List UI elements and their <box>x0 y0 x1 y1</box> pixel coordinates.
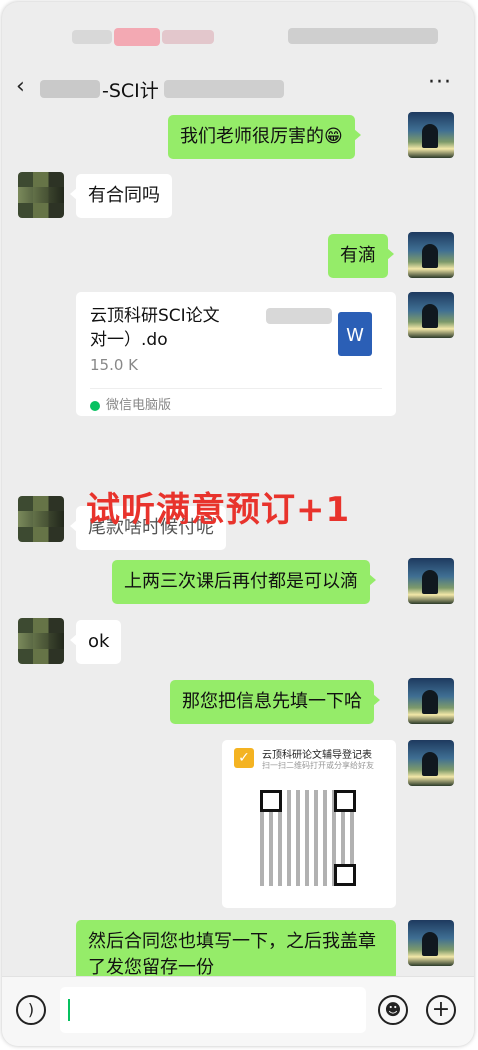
status-blur-red <box>114 28 160 46</box>
chevron-left-icon[interactable]: ‹ <box>16 74 25 99</box>
mini-program-title: 云顶科研论文辅导登记表 <box>262 750 372 761</box>
file-name-blurred <box>266 308 332 324</box>
avatar[interactable] <box>408 112 454 158</box>
mini-program-subtitle: 扫一扫二维码打开或分享给好友 <box>262 761 374 770</box>
chat-screen: ‹ -SCI计 ··· 我们老师很厉害的😁 有合同吗 有滴 云顶科研SCI论文 … <box>2 2 474 1046</box>
promo-overlay-text: 试听满意预订+1 <box>86 490 351 530</box>
avatar[interactable] <box>408 292 454 338</box>
qr-finder <box>260 790 282 812</box>
text-cursor <box>68 999 70 1021</box>
chat-title: -SCI计 <box>102 80 159 102</box>
message-input[interactable] <box>60 987 366 1033</box>
message-bubble-sent[interactable]: 有滴 <box>328 234 394 278</box>
mini-program-card[interactable]: ✓ 云顶科研论文辅导登记表 扫一扫二维码打开或分享给好友 <box>222 740 396 908</box>
word-document-icon: W <box>338 312 372 356</box>
avatar[interactable] <box>18 172 64 218</box>
status-icons-blurred <box>288 28 438 44</box>
plus-icon[interactable]: + <box>426 995 456 1025</box>
avatar[interactable] <box>18 618 64 664</box>
file-size: 15.0 K <box>90 356 139 374</box>
avatar[interactable] <box>408 740 454 786</box>
emoji-icon[interactable]: ☻ <box>378 995 408 1025</box>
status-time-blurred <box>72 30 112 44</box>
status-blur-gray <box>162 30 214 44</box>
avatar[interactable] <box>408 920 454 966</box>
avatar[interactable] <box>408 232 454 278</box>
message-bubble-sent[interactable]: 然后合同您也填写一下，之后我盖章了发您留存一份 <box>76 920 396 980</box>
chat-header: ‹ -SCI计 ··· <box>2 64 474 112</box>
avatar[interactable] <box>408 558 454 604</box>
qr-finder <box>334 790 356 812</box>
checkmark-logo-icon: ✓ <box>234 748 254 768</box>
avatar[interactable] <box>18 496 64 542</box>
message-bubble-received[interactable]: 有合同吗 <box>70 174 172 218</box>
file-source: 微信电脑版 <box>90 394 171 413</box>
message-bubble-sent[interactable]: 上两三次课后再付都是可以滴 <box>112 560 376 604</box>
title-blurred-part <box>40 80 100 98</box>
file-message-card[interactable]: 云顶科研SCI论文 对一）.do 15.0 K W 微信电脑版 <box>76 292 396 416</box>
avatar[interactable] <box>408 678 454 724</box>
more-options-icon[interactable]: ··· <box>428 70 452 95</box>
status-bar <box>2 2 474 64</box>
input-bar: ) ☻ + <box>2 976 474 1046</box>
message-bubble-sent[interactable]: 那您把信息先填一下哈 <box>170 680 380 724</box>
qr-finder <box>334 864 356 886</box>
wechat-pc-icon <box>90 400 100 411</box>
message-bubble-received[interactable]: ok <box>69 620 122 664</box>
message-bubble-sent[interactable]: 我们老师很厉害的😁 <box>168 115 361 159</box>
voice-icon[interactable]: ) <box>16 995 46 1025</box>
divider <box>90 388 382 389</box>
title-blurred-tail <box>164 80 284 98</box>
